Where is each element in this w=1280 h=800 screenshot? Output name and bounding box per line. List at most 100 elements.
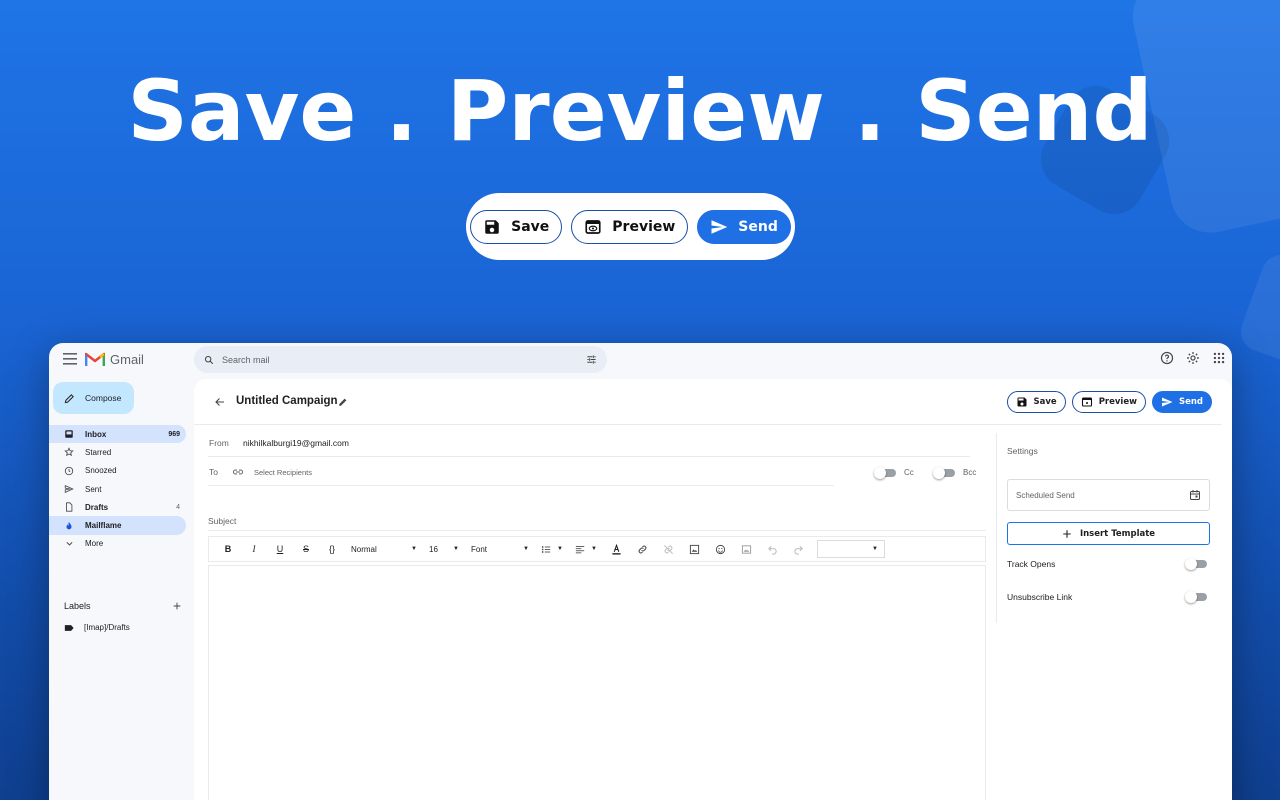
hero-save-button[interactable]: Save	[470, 209, 563, 244]
menu-icon[interactable]	[63, 353, 77, 365]
insert-link-button[interactable]	[631, 539, 653, 559]
to-field[interactable]: To Select Recipients	[208, 464, 834, 486]
unsubscribe-link-row: Unsubscribe Link	[1007, 591, 1207, 603]
strikethrough-button[interactable]: S	[295, 539, 317, 559]
unlink-icon	[663, 544, 673, 554]
bulleted-list-icon	[541, 545, 551, 553]
insert-table-button[interactable]	[683, 539, 705, 559]
send-button[interactable]: Send	[1151, 391, 1212, 413]
sidebar-item-label: Inbox	[85, 429, 107, 439]
search-bar[interactable]: Search mail	[194, 346, 607, 373]
drafts-count: 4	[176, 503, 180, 511]
star-icon	[63, 446, 75, 458]
settings-panel: Settings Scheduled Send Insert Template …	[996, 433, 1221, 623]
insert-image-button[interactable]	[735, 539, 757, 559]
font-family-select[interactable]: Font ▼	[467, 539, 533, 559]
label-icon	[64, 624, 74, 631]
gmail-window: Gmail Search mail Compose Inbox 969 Star…	[49, 343, 1232, 800]
add-label-icon[interactable]	[172, 601, 182, 613]
text-color-button[interactable]	[605, 539, 627, 559]
block-format-select[interactable]: Normal ▼	[347, 539, 421, 559]
calendar-icon[interactable]	[1189, 489, 1201, 501]
font-size-select[interactable]: 16 ▼	[425, 539, 463, 559]
undo-button[interactable]	[761, 539, 783, 559]
underline-button[interactable]: U	[269, 539, 291, 559]
sidebar-nav: Inbox 969 Starred Snoozed Sent Drafts 4	[49, 425, 186, 553]
email-body-editor[interactable]	[208, 565, 986, 800]
gmail-topbar: Gmail Search mail	[49, 343, 1232, 377]
caret-down-icon: ▼	[411, 546, 417, 552]
send-icon	[1161, 397, 1173, 407]
inbox-icon	[63, 428, 75, 440]
redo-icon	[793, 545, 803, 555]
preview-button[interactable]: Preview	[1071, 391, 1146, 413]
subject-field[interactable]: Subject	[208, 513, 986, 531]
save-button[interactable]: Save	[1006, 391, 1066, 413]
italic-button[interactable]: I	[243, 539, 265, 559]
sidebar-item-label: Sent	[85, 484, 102, 494]
campaign-editor: Untitled Campaign Save Preview Send From	[194, 379, 1232, 800]
scheduled-send-input[interactable]: Scheduled Send	[1007, 479, 1210, 511]
from-field: From nikhilkalburgi19@gmail.com	[208, 435, 970, 457]
sidebar-item-label: Mailflame	[85, 521, 122, 531]
undo-icon	[767, 545, 777, 555]
bcc-toggle[interactable]	[933, 466, 955, 479]
sidebar-item-drafts[interactable]: Drafts 4	[49, 498, 186, 516]
from-value[interactable]: nikhilkalburgi19@gmail.com	[243, 438, 349, 448]
hero-send-label: Send	[738, 218, 778, 235]
caret-down-icon: ▼	[591, 546, 597, 552]
caret-down-icon: ▼	[523, 546, 529, 552]
insert-template-button[interactable]: Insert Template	[1007, 522, 1210, 545]
apps-grid-icon[interactable]	[1212, 351, 1226, 365]
recipients-input[interactable]: Select Recipients	[254, 468, 312, 477]
flame-icon	[63, 520, 75, 532]
font-family-value: Font	[471, 544, 488, 554]
image-icon	[741, 544, 751, 554]
sidebar-item-starred[interactable]: Starred	[49, 443, 186, 461]
cc-toggle[interactable]	[874, 466, 896, 479]
sidebar-item-snoozed[interactable]: Snoozed	[49, 462, 186, 480]
unsubscribe-link-toggle[interactable]	[1185, 591, 1207, 603]
edit-icon[interactable]	[338, 397, 348, 407]
settings-gear-icon[interactable]	[1186, 351, 1200, 365]
code-button[interactable]: {}	[321, 539, 343, 559]
search-input[interactable]: Search mail	[222, 355, 586, 365]
sidebar-item-sent[interactable]: Sent	[49, 480, 186, 498]
scheduled-send-placeholder: Scheduled Send	[1016, 490, 1075, 500]
compose-button[interactable]: Compose	[53, 382, 134, 414]
top-icon-group	[1160, 351, 1226, 365]
bcc-label: Bcc	[963, 468, 977, 477]
background-decoration	[1235, 249, 1280, 371]
sidebar-item-label: Drafts	[85, 502, 109, 512]
emoji-icon	[715, 544, 725, 554]
send-icon	[63, 483, 75, 495]
sidebar-label-imap-drafts[interactable]: [Imap]/Drafts	[64, 623, 130, 632]
draft-icon	[63, 501, 75, 513]
to-label: To	[209, 467, 218, 477]
campaign-actions: Save Preview Send	[1006, 391, 1212, 413]
back-arrow-icon[interactable]	[214, 396, 226, 408]
track-opens-toggle[interactable]	[1185, 558, 1207, 570]
cc-label: Cc	[904, 468, 914, 477]
unsubscribe-link-label: Unsubscribe Link	[1007, 592, 1073, 602]
redo-button[interactable]	[787, 539, 809, 559]
sidebar-item-mailflame[interactable]: Mailflame	[49, 516, 186, 535]
style-select[interactable]: ▼	[817, 540, 885, 558]
gmail-sidebar: Compose Inbox 969 Starred Snoozed Sent D…	[49, 377, 194, 800]
hero-preview-button[interactable]: Preview	[571, 209, 689, 244]
emoji-button[interactable]	[709, 539, 731, 559]
sidebar-item-more[interactable]: More	[49, 535, 186, 553]
align-select[interactable]: ▼	[571, 539, 601, 559]
list-select[interactable]: ▼	[537, 539, 567, 559]
filter-options-icon[interactable]	[586, 354, 597, 365]
save-label: Save	[1033, 397, 1057, 407]
compose-label: Compose	[85, 393, 122, 403]
link-icon	[233, 469, 243, 475]
sidebar-item-inbox[interactable]: Inbox 969	[49, 425, 186, 444]
preview-icon	[585, 219, 601, 234]
unlink-button[interactable]	[657, 539, 679, 559]
subject-input[interactable]: Subject	[208, 516, 236, 526]
bold-button[interactable]: B	[217, 539, 239, 559]
help-icon[interactable]	[1160, 351, 1174, 365]
hero-send-button[interactable]: Send	[697, 209, 791, 244]
